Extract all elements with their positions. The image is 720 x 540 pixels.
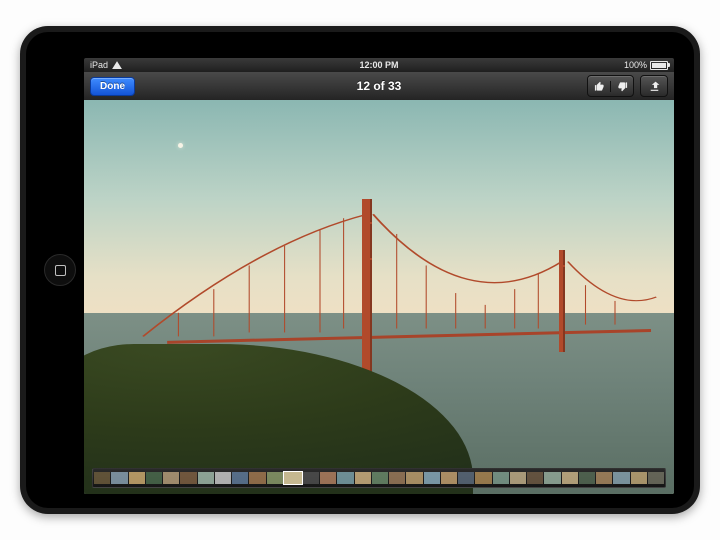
thumbnail[interactable] (232, 472, 248, 484)
ipad-bezel: iPad 12:00 PM 100% Done 12 of 33 (26, 32, 694, 508)
battery-icon (650, 61, 668, 70)
battery-pct: 100% (624, 60, 647, 70)
ipad-device-frame: iPad 12:00 PM 100% Done 12 of 33 (20, 26, 700, 514)
thumbnail[interactable] (631, 472, 647, 484)
thumbnail[interactable] (284, 472, 302, 484)
status-left: iPad (90, 60, 122, 70)
thumbnail[interactable] (389, 472, 405, 484)
thumbnail[interactable] (215, 472, 231, 484)
thumbnail[interactable] (613, 472, 629, 484)
thumbnail[interactable] (129, 472, 145, 484)
screen: iPad 12:00 PM 100% Done 12 of 33 (84, 58, 674, 494)
wifi-icon (112, 61, 122, 69)
thumbnail[interactable] (424, 472, 440, 484)
thumbnail[interactable] (562, 472, 578, 484)
thumbnail[interactable] (198, 472, 214, 484)
thumbnail[interactable] (163, 472, 179, 484)
thumbs-up-button[interactable] (588, 81, 610, 92)
photo-counter-title: 12 of 33 (357, 79, 402, 93)
thumbnail[interactable] (648, 472, 664, 484)
photo-viewport[interactable] (84, 100, 674, 494)
thumbnail-strip[interactable] (92, 468, 666, 488)
thumbnail[interactable] (146, 472, 162, 484)
status-right: 100% (624, 60, 668, 70)
carrier-label: iPad (90, 60, 108, 70)
thumbnail[interactable] (458, 472, 474, 484)
photo-golden-gate (84, 100, 674, 494)
status-bar: iPad 12:00 PM 100% (84, 58, 674, 72)
thumbnail[interactable] (579, 472, 595, 484)
done-button[interactable]: Done (90, 77, 135, 96)
thumbnail[interactable] (111, 472, 127, 484)
thumbnail[interactable] (406, 472, 422, 484)
thumbnail[interactable] (355, 472, 371, 484)
thumbs-down-button[interactable] (610, 81, 633, 92)
home-button[interactable] (44, 254, 76, 286)
thumbnail[interactable] (475, 472, 491, 484)
thumbnail[interactable] (527, 472, 543, 484)
share-icon (648, 80, 661, 93)
thumbnail[interactable] (267, 472, 283, 484)
nav-bar: Done 12 of 33 (84, 72, 674, 101)
home-button-icon (55, 265, 66, 276)
thumbnail[interactable] (303, 472, 319, 484)
thumbnail[interactable] (544, 472, 560, 484)
thumbnail[interactable] (337, 472, 353, 484)
thumbnail[interactable] (493, 472, 509, 484)
thumbnail[interactable] (441, 472, 457, 484)
nav-right-group (587, 75, 668, 97)
clock: 12:00 PM (359, 60, 398, 70)
thumbnail[interactable] (510, 472, 526, 484)
thumbnail[interactable] (372, 472, 388, 484)
bridge-tower-near (362, 199, 372, 376)
thumbnail[interactable] (249, 472, 265, 484)
thumbnail[interactable] (320, 472, 336, 484)
share-button[interactable] (640, 75, 668, 97)
thumbs-up-icon (594, 81, 605, 92)
thumbnail[interactable] (180, 472, 196, 484)
thumbs-down-icon (617, 81, 628, 92)
thumbnail[interactable] (596, 472, 612, 484)
thumbnail[interactable] (94, 472, 110, 484)
rate-button-group (587, 75, 634, 97)
